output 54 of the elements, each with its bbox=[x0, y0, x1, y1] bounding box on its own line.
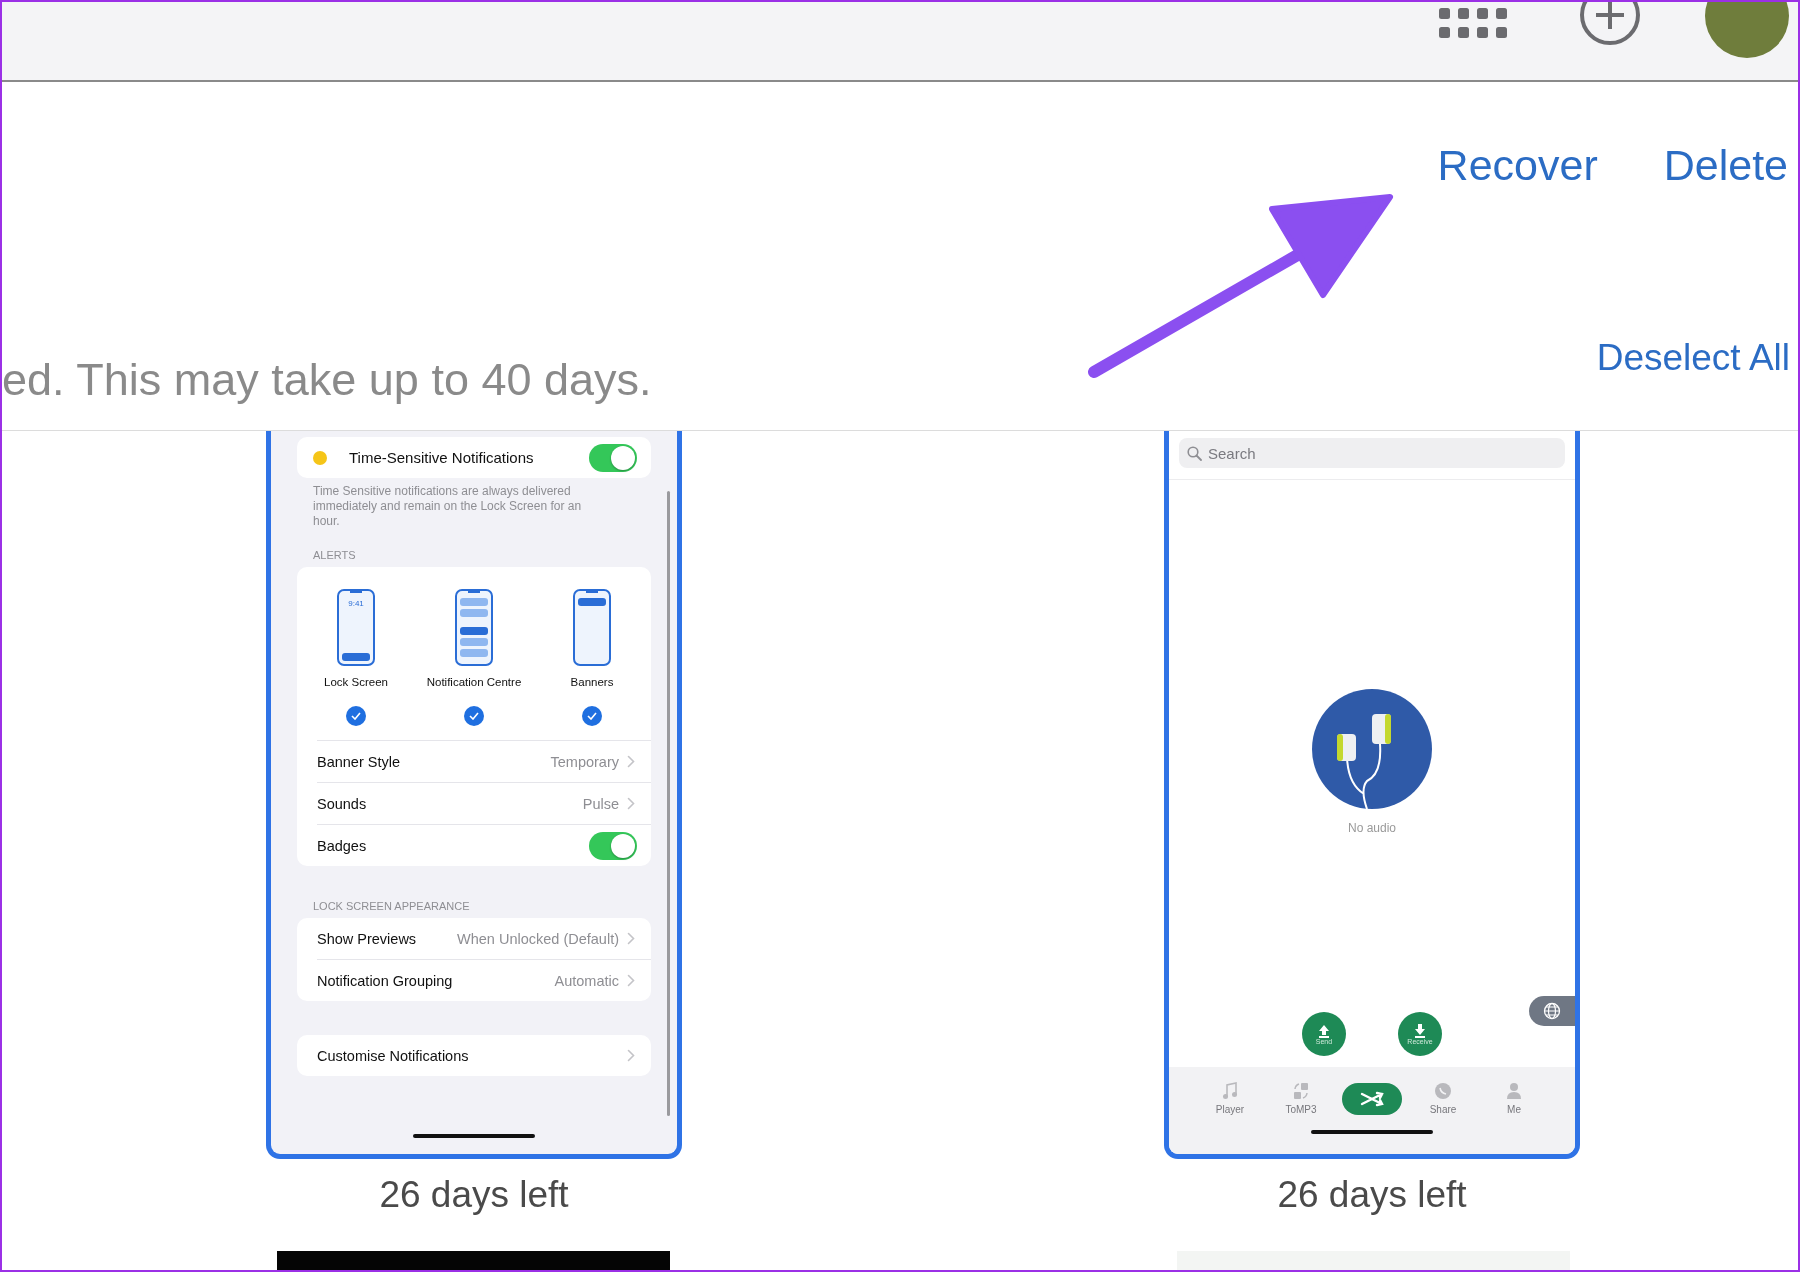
upload-arrow-icon bbox=[1317, 1023, 1331, 1038]
chevron-icon bbox=[627, 1049, 635, 1062]
checkmark-icon[interactable] bbox=[346, 706, 366, 726]
alert-style-label: Lock Screen bbox=[324, 676, 388, 688]
download-arrow-icon bbox=[1413, 1023, 1427, 1038]
setting-label: Badges bbox=[317, 837, 368, 854]
setting-label: Banner Style bbox=[317, 753, 402, 770]
app-grid-icon[interactable] bbox=[1439, 8, 1507, 38]
setting-label: Notification Grouping bbox=[317, 972, 454, 989]
shuffle-icon bbox=[1359, 1090, 1385, 1107]
chat-bubble-icon bbox=[1434, 1082, 1452, 1100]
tab-bar-item[interactable]: ToMP3 bbox=[1265, 1082, 1337, 1115]
toggle-switch[interactable] bbox=[589, 443, 637, 472]
setting-value: When Unlocked (Default) bbox=[457, 930, 619, 947]
music-note-icon bbox=[1222, 1082, 1238, 1100]
setting-label: Sounds bbox=[317, 795, 368, 812]
days-left-caption: 26 days left bbox=[1276, 1173, 1468, 1217]
search-field[interactable]: Search bbox=[1179, 438, 1565, 468]
status-dot-icon bbox=[313, 450, 327, 465]
setting-label: Show Previews bbox=[317, 930, 418, 947]
empty-state-text: No audio bbox=[1347, 821, 1396, 835]
notice-text: ed. This may take up to 40 days. bbox=[2, 353, 652, 407]
recover-button[interactable]: Recover bbox=[1437, 140, 1598, 190]
days-left-caption: 26 days left bbox=[378, 1173, 570, 1217]
search-icon bbox=[1187, 446, 1202, 461]
section-header: LOCK SCREEN APPEARANCE bbox=[313, 900, 471, 912]
toggle-switch[interactable] bbox=[589, 831, 637, 860]
alert-style-label: Banners bbox=[570, 676, 614, 688]
shuffle-button[interactable] bbox=[1342, 1082, 1402, 1115]
tab-bar-item[interactable]: Share bbox=[1407, 1082, 1479, 1115]
checkmark-icon[interactable] bbox=[582, 706, 602, 726]
tab-bar-item[interactable]: Me bbox=[1478, 1082, 1550, 1115]
setting-label: Customise Notifications bbox=[317, 1047, 470, 1064]
convert-icon bbox=[1293, 1082, 1309, 1100]
tab-bar-item[interactable]: Player bbox=[1194, 1082, 1266, 1115]
delete-button[interactable]: Delete bbox=[1663, 140, 1788, 190]
setting-label: Time-Sensitive Notifications bbox=[349, 449, 535, 466]
person-icon bbox=[1506, 1082, 1522, 1100]
alert-style-label: Notification Centre bbox=[426, 676, 522, 688]
checkmark-icon[interactable] bbox=[464, 706, 484, 726]
setting-value: Temporary bbox=[550, 753, 619, 770]
chevron-icon bbox=[627, 974, 635, 987]
chevron-icon bbox=[627, 797, 635, 810]
footnote-text: Time Sensitive notifications are always delivered immediately and remain on the Lock Screen for an hour. bbox=[313, 484, 583, 529]
add-icon[interactable] bbox=[1579, 2, 1641, 46]
clock-time: 9:41 bbox=[348, 599, 364, 608]
screenshot-thumbnail[interactable] bbox=[266, 431, 682, 1159]
globe-icon[interactable] bbox=[1529, 996, 1575, 1026]
chevron-icon bbox=[627, 755, 635, 768]
setting-value: Pulse bbox=[582, 795, 619, 812]
chevron-icon bbox=[627, 932, 635, 945]
deselect-all-button[interactable]: Deselect All bbox=[1596, 330, 1790, 386]
section-header: ALERTS bbox=[313, 549, 357, 561]
setting-value: Automatic bbox=[554, 972, 619, 989]
